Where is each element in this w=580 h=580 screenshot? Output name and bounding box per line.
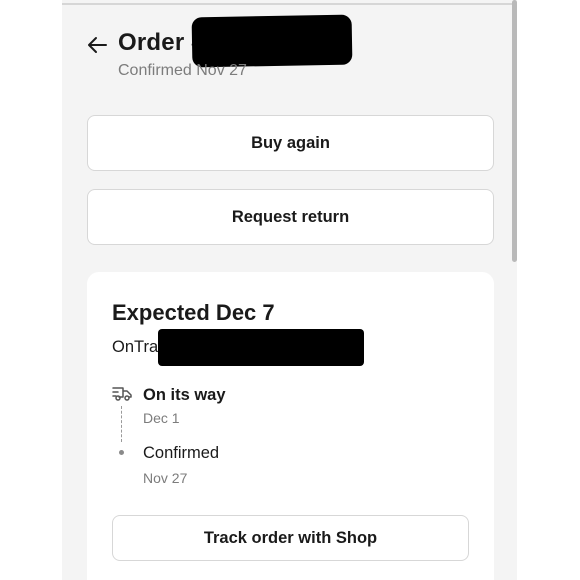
buy-again-button[interactable]: Buy again	[87, 115, 494, 171]
request-return-button[interactable]: Request return	[87, 189, 494, 245]
timeline-connector	[121, 406, 122, 442]
arrow-left-icon	[88, 37, 107, 53]
truck-icon	[112, 387, 132, 401]
timeline-step-status: On its way	[143, 386, 226, 404]
timeline-step-status: Confirmed	[143, 444, 220, 462]
back-button[interactable]	[84, 32, 110, 58]
dot-icon	[119, 450, 124, 455]
expected-delivery: Expected Dec 7	[112, 300, 275, 325]
timeline-step-date: Nov 27	[143, 470, 188, 486]
order-confirmed-date: Confirmed Nov 27	[118, 62, 247, 79]
track-order-button[interactable]: Track order with Shop	[112, 515, 469, 561]
redaction-mark	[191, 14, 353, 68]
timeline-step-date: Dec 1	[143, 410, 180, 426]
scrollbar-thumb[interactable]	[512, 0, 517, 262]
redaction-mark	[158, 329, 364, 366]
top-divider	[62, 3, 517, 5]
